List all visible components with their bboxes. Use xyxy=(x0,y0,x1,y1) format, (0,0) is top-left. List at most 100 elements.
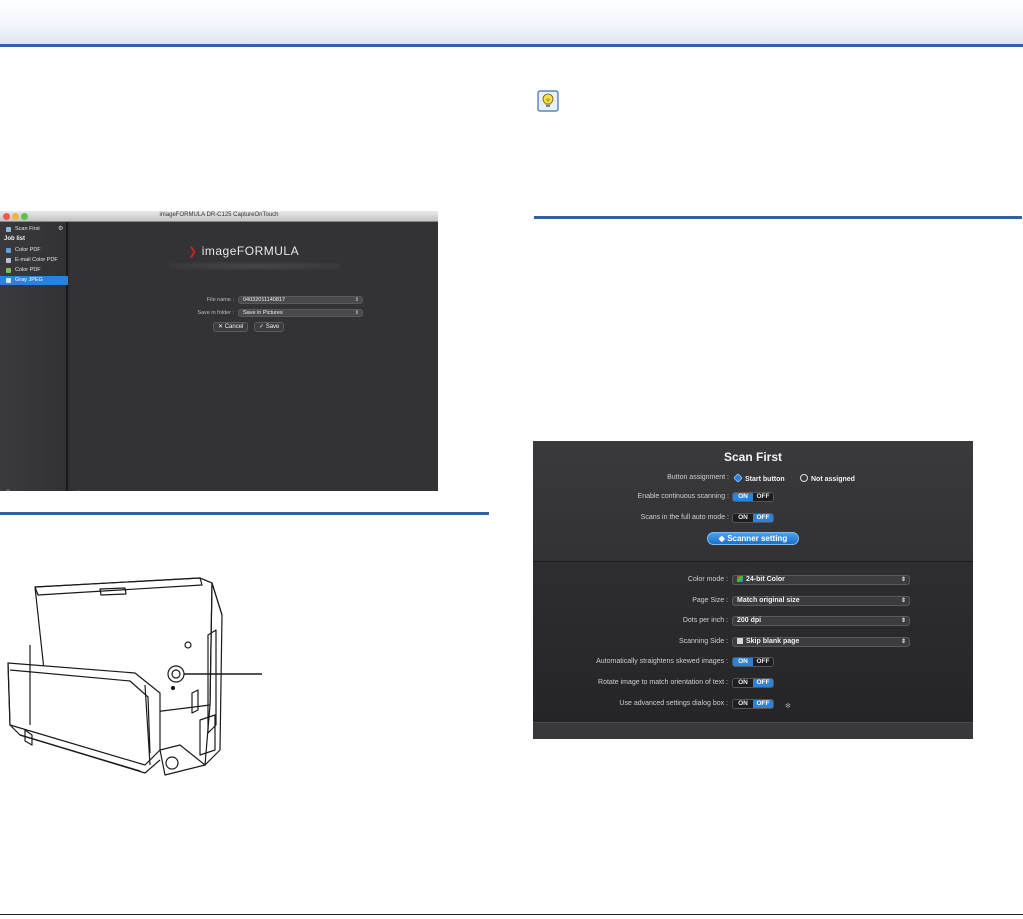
folder-icon xyxy=(6,278,11,283)
email-icon xyxy=(6,258,11,263)
not-assigned-label: Not assigned xyxy=(811,476,855,483)
color-swatch-icon xyxy=(737,576,743,582)
lightbulb-icon xyxy=(537,90,559,112)
checkmark-icon: ✓ xyxy=(259,324,265,330)
dpi-select[interactable]: 200 dpi ⇕ xyxy=(732,616,910,626)
cancel-button[interactable]: ✕ Cancel xyxy=(213,322,249,332)
panel-footer xyxy=(533,722,973,739)
toggle-off: OFF xyxy=(753,658,773,666)
window-title: imageFORMULA DR-C125 CaptureOnTouch xyxy=(159,212,279,218)
folder-icon xyxy=(6,248,11,253)
footer-rule xyxy=(0,914,1023,915)
chevron-updown-icon: ⇕ xyxy=(900,618,906,624)
scanning-side-label: Scanning Side : xyxy=(678,638,728,645)
page-icon xyxy=(737,638,743,644)
job-list-header: Job list xyxy=(4,236,26,242)
color-mode-select[interactable]: 24-bit Color ⇕ xyxy=(732,575,910,585)
chevron-updown-icon: ⇕ xyxy=(900,639,906,645)
sidebar-item-label: Gray JPEG xyxy=(15,277,43,283)
sidebar-item-label: Color PDF xyxy=(15,267,41,273)
right-section-rule xyxy=(534,216,1022,219)
file-name-value: 04032011140817 xyxy=(243,297,286,303)
logo-text: imageFORMULA xyxy=(201,244,300,258)
header-rule xyxy=(0,44,1023,47)
advanced-settings-toggle[interactable]: ON OFF xyxy=(732,699,774,709)
rotate-label: Rotate image to match orientation of tex… xyxy=(598,679,728,686)
captureontouch-screenshot: imageFORMULA DR-C125 CaptureOnTouch Scan… xyxy=(0,211,438,491)
chevron-updown-icon: ⇕ xyxy=(900,598,906,604)
add-job-icon[interactable]: + xyxy=(6,488,10,491)
dpi-label: Dots per inch : xyxy=(682,617,728,624)
sidebar-item-label: E-mail Color PDF xyxy=(15,257,58,263)
not-assigned-radio[interactable]: Not assigned xyxy=(800,474,855,483)
deskew-toggle[interactable]: ON OFF xyxy=(732,657,774,667)
sidebar-item-job[interactable]: E-mail Color PDF xyxy=(0,256,68,265)
scanner-setting-button[interactable]: ◈ Scanner setting xyxy=(707,532,799,545)
main-area: ❯ imageFORMULA File name : 04032011140817… xyxy=(70,222,438,491)
file-name-field[interactable]: 04032011140817 ⇕ xyxy=(238,296,363,304)
sidebar-item-job[interactable]: Color PDF xyxy=(0,246,68,255)
sidebar-item-label: Scan First xyxy=(15,226,40,232)
logo-glow xyxy=(170,262,340,270)
sidebar-item-label: Color PDF xyxy=(15,247,41,253)
file-name-label: File name : xyxy=(206,297,234,303)
scanner-setting-label: Scanner setting xyxy=(727,534,788,543)
page-size-label: Page Size : xyxy=(692,597,728,604)
toggle-on: ON xyxy=(733,700,753,708)
save-folder-select[interactable]: Save in Pictures ⇕ xyxy=(238,309,363,317)
gear-icon[interactable]: ⚙ xyxy=(58,225,63,232)
chevron-updown-icon: ⇕ xyxy=(900,577,906,583)
close-icon: ✕ xyxy=(218,324,224,330)
scanner-illustration xyxy=(7,577,262,776)
window-titlebar: imageFORMULA DR-C125 CaptureOnTouch xyxy=(0,211,438,222)
page-size-select[interactable]: Match original size ⇕ xyxy=(732,596,910,606)
diamond-icon: ◈ xyxy=(718,534,725,543)
start-button-radio[interactable]: Start button xyxy=(733,473,785,483)
sidebar-item-job-selected[interactable]: Gray JPEG xyxy=(0,276,68,285)
save-button[interactable]: ✓ Save xyxy=(254,322,285,332)
radio-selected-icon xyxy=(733,473,743,483)
scanning-side-select[interactable]: Skip blank page ⇕ xyxy=(732,637,910,647)
scan-first-icon xyxy=(6,227,11,232)
toggle-off: OFF xyxy=(753,514,773,522)
save-folder-value: Save in Pictures xyxy=(243,310,283,316)
rotate-toggle[interactable]: ON OFF xyxy=(732,678,774,688)
button-assignment-label: Button assignment : xyxy=(667,474,729,481)
full-auto-mode-label: Scans in the full auto mode : xyxy=(640,514,729,521)
color-mode-label: Color mode : xyxy=(687,576,728,583)
toggle-on: ON xyxy=(733,514,753,522)
color-mode-value: 24-bit Color xyxy=(746,576,785,583)
panel-title: Scan First xyxy=(723,450,783,464)
toggle-on: ON xyxy=(733,679,753,687)
printer-icon xyxy=(6,268,11,273)
advanced-settings-label: Use advanced settings dialog box : xyxy=(619,700,728,707)
page-size-value: Match original size xyxy=(737,597,800,604)
toggle-off: OFF xyxy=(753,700,773,708)
logo-chevron-icon: ❯ xyxy=(188,246,198,258)
save-folder-label: Save in folder : xyxy=(197,310,234,316)
page-header-band xyxy=(0,0,1023,46)
chevron-updown-icon: ⇕ xyxy=(354,310,359,316)
sidebar: Scan First ⚙ Job list Color PDF E-mail C… xyxy=(0,222,68,491)
deskew-label: Automatically straightens skewed images … xyxy=(596,658,728,665)
toggle-off: OFF xyxy=(753,493,773,501)
left-section-rule xyxy=(0,512,489,515)
save-label: Save xyxy=(265,324,280,330)
stepper-icon: ⇕ xyxy=(354,297,359,303)
prohibit-icon xyxy=(800,474,808,482)
scanning-side-value: Skip blank page xyxy=(746,638,800,645)
popover-notch xyxy=(742,554,758,562)
full-auto-mode-toggle[interactable]: ON OFF xyxy=(732,513,774,523)
sidebar-item-job[interactable]: Color PDF xyxy=(0,266,68,275)
toggle-on: ON xyxy=(733,658,753,666)
toggle-on: ON xyxy=(733,493,753,501)
cancel-label: Cancel xyxy=(224,324,244,330)
gear-icon[interactable]: ✻ xyxy=(785,702,791,710)
back-arrow-icon[interactable]: ◆ xyxy=(76,489,81,491)
toggle-off: OFF xyxy=(753,679,773,687)
continuous-scanning-toggle[interactable]: ON OFF xyxy=(732,492,774,502)
scan-first-settings-screenshot: Scan First Button assignment : Start but… xyxy=(533,441,973,739)
continuous-scanning-label: Enable continuous scanning : xyxy=(637,493,729,500)
imageformula-logo: ❯ imageFORMULA xyxy=(188,244,299,258)
start-button-label: Start button xyxy=(745,476,785,483)
